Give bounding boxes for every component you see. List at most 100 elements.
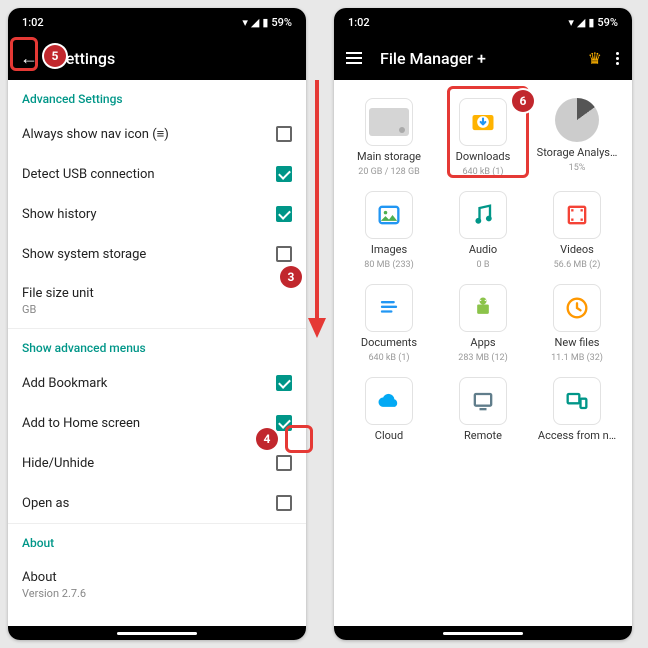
row-system-storage[interactable]: Show system storage [8, 234, 306, 274]
row-history[interactable]: Show history [8, 194, 306, 234]
tile-cloud[interactable]: Cloud [342, 373, 436, 450]
cloud-icon [375, 387, 403, 415]
tile-documents[interactable]: Documents 640 kB (1) [342, 280, 436, 367]
row-label: Add to Home screen [22, 416, 140, 431]
tile-remote[interactable]: Remote [436, 373, 530, 450]
status-time: 1:02 [22, 16, 44, 29]
tile-sub: 0 B [477, 260, 490, 270]
checkbox[interactable] [276, 206, 292, 222]
checkbox[interactable] [276, 455, 292, 471]
tile-label: Cloud [375, 429, 403, 442]
tile-label: Main storage [357, 150, 421, 163]
status-bar: 1:02 ▾ ◢ ▮ 59% [8, 8, 306, 36]
row-usb[interactable]: Detect USB connection [8, 154, 306, 194]
row-label: File size unit [22, 286, 94, 301]
tile-access-network[interactable]: Access from n… [530, 373, 624, 450]
phone-filemanager: 1:02 ▾ ◢ ▮ 59% File Manager + ♛ Main sto… [334, 8, 632, 640]
devices-icon [563, 387, 591, 415]
checkbox[interactable] [276, 495, 292, 511]
row-label: Add Bookmark [22, 376, 107, 391]
tile-sub: 80 MB (233) [364, 260, 413, 270]
appbar-filemanager: File Manager + ♛ [334, 36, 632, 80]
android-icon [469, 294, 497, 322]
tile-main-storage[interactable]: Main storage 20 GB / 128 GB [342, 94, 436, 181]
tile-storage-analysis[interactable]: Storage Analys… 15% [530, 94, 624, 181]
row-hide[interactable]: Hide/Unhide [8, 443, 306, 483]
clock-icon [563, 294, 591, 322]
status-right: ▾ ◢ ▮ 59% [242, 16, 292, 29]
settings-content: Advanced Settings Always show nav icon (… [8, 80, 306, 626]
battery-pct: 59% [597, 16, 618, 29]
android-navbar [8, 626, 306, 640]
tile-images[interactable]: Images 80 MB (233) [342, 187, 436, 274]
tile-grid: Main storage 20 GB / 128 GB Downloads 64… [334, 80, 632, 464]
checkbox[interactable] [276, 126, 292, 142]
checkbox[interactable] [276, 166, 292, 182]
battery-icon: ▮ [588, 16, 594, 29]
row-label: About [22, 570, 86, 585]
signal-icon: ◢ [577, 16, 585, 29]
checkbox[interactable] [276, 375, 292, 391]
tile-sub: 283 MB (12) [458, 353, 507, 363]
row-about[interactable]: About Version 2.7.6 [8, 558, 306, 612]
tile-apps[interactable]: Apps 283 MB (12) [436, 280, 530, 367]
tile-label: Apps [470, 336, 495, 349]
tile-sub: 56.6 MB (2) [554, 260, 601, 270]
row-filesize[interactable]: File size unit GB [8, 274, 306, 328]
row-label: Show history [22, 207, 97, 222]
music-icon [469, 201, 497, 229]
tile-newfiles[interactable]: New files 11.1 MB (32) [530, 280, 624, 367]
appbar-title: File Manager + [380, 49, 486, 68]
row-bookmark[interactable]: Add Bookmark [8, 363, 306, 403]
section-advanced: Advanced Settings [8, 80, 306, 114]
section-menus: Show advanced menus [8, 329, 306, 363]
section-about: About [8, 524, 306, 558]
tile-sub: 11.1 MB (32) [551, 353, 603, 363]
android-navbar [334, 626, 632, 640]
hamburger-icon[interactable] [346, 52, 362, 64]
row-label: Always show nav icon (≡) [22, 126, 169, 142]
row-label: Hide/Unhide [22, 456, 94, 471]
battery-pct: 59% [271, 16, 292, 29]
fm-content: Main storage 20 GB / 128 GB Downloads 64… [334, 80, 632, 626]
film-icon [563, 201, 591, 229]
battery-icon: ▮ [262, 16, 268, 29]
tile-videos[interactable]: Videos 56.6 MB (2) [530, 187, 624, 274]
row-label: Detect USB connection [22, 167, 155, 182]
overflow-icon[interactable] [616, 52, 620, 65]
row-label: Show system storage [22, 247, 146, 262]
tile-label: Access from n… [538, 429, 616, 442]
annotation-badge-5: 5 [44, 45, 66, 67]
image-icon [375, 201, 403, 229]
back-icon[interactable]: ← [20, 48, 38, 69]
row-openas[interactable]: Open as [8, 483, 306, 523]
wifi-icon: ▾ [242, 16, 248, 29]
tile-label: New files [555, 336, 600, 349]
tile-sub: 640 kB (1) [368, 353, 409, 363]
tile-sub: 640 kB (1) [462, 167, 503, 177]
wifi-icon: ▾ [568, 16, 574, 29]
tile-audio[interactable]: Audio 0 B [436, 187, 530, 274]
tile-label: Audio [469, 243, 497, 256]
row-nav-icon[interactable]: Always show nav icon (≡) [8, 114, 306, 154]
tile-label: Storage Analys… [537, 146, 618, 159]
status-bar: 1:02 ▾ ◢ ▮ 59% [334, 8, 632, 36]
document-icon [375, 294, 403, 322]
checkbox[interactable] [276, 415, 292, 431]
status-right: ▾ ◢ ▮ 59% [568, 16, 618, 29]
tile-sub: 20 GB / 128 GB [358, 167, 419, 177]
row-sub: GB [22, 303, 94, 316]
annotation-arrow [306, 80, 328, 340]
checkbox[interactable] [276, 246, 292, 262]
tile-label: Images [371, 243, 407, 256]
annotation-badge-4: 4 [256, 428, 278, 450]
row-sub: Version 2.7.6 [22, 587, 86, 600]
row-label: Open as [22, 496, 69, 511]
disk-icon [369, 108, 409, 136]
crown-icon[interactable]: ♛ [588, 49, 602, 68]
phone-settings: 1:02 ▾ ◢ ▮ 59% ← Settings Advanced Setti… [8, 8, 306, 640]
tile-label: Documents [361, 336, 417, 349]
signal-icon: ◢ [251, 16, 259, 29]
annotation-badge-3: 3 [280, 266, 302, 288]
download-folder-icon [469, 108, 497, 136]
